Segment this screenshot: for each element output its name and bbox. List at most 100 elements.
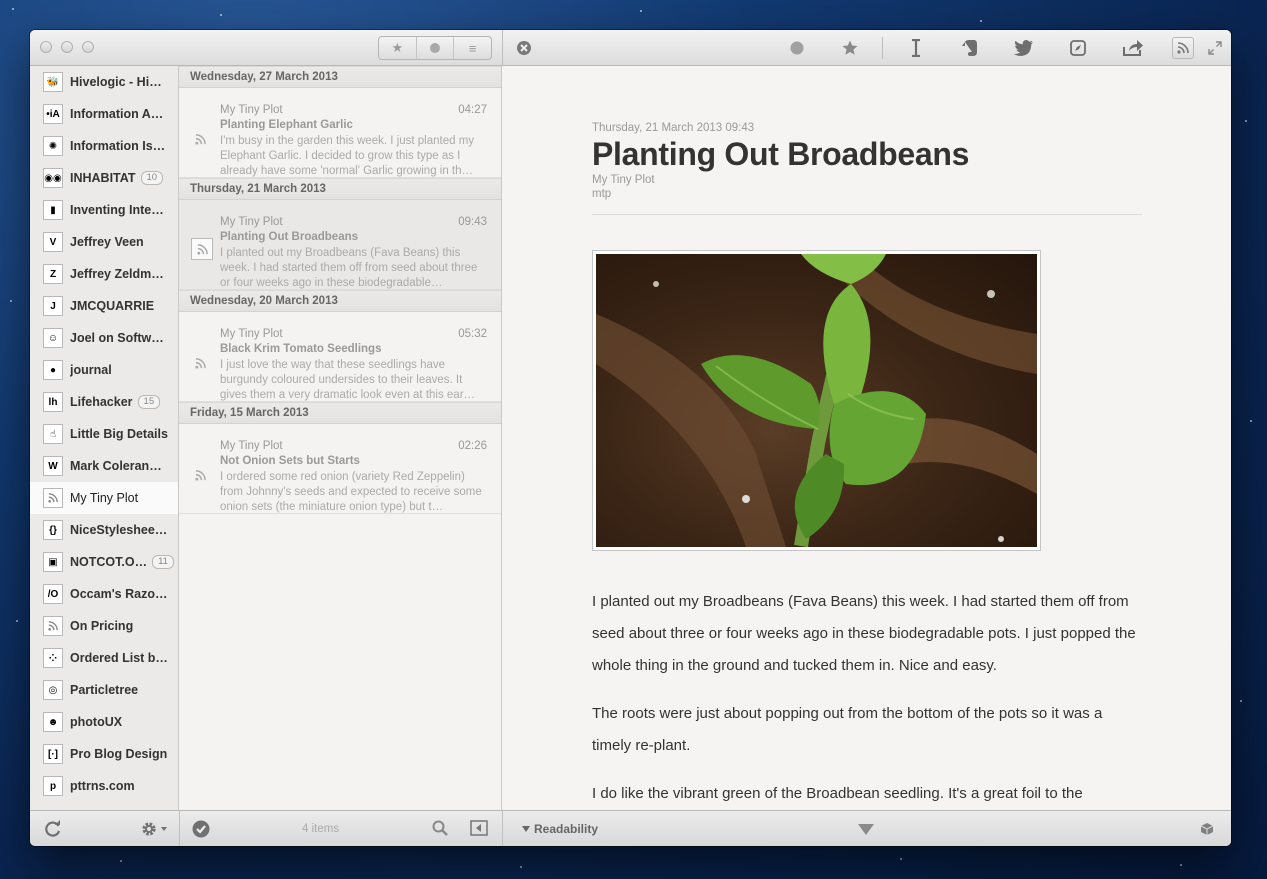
collapse-sidebar-button[interactable] xyxy=(470,820,488,836)
feed-favicon-icon: J xyxy=(43,296,63,316)
rss-icon xyxy=(195,468,206,486)
article-paragraph: I planted out my Broadbeans (Fava Beans)… xyxy=(592,593,1136,674)
feed-favicon-icon: /O xyxy=(43,584,63,604)
article-list-item[interactable]: My Tiny Plot 04:27 Planting Elephant Garli… xyxy=(179,88,501,178)
sidebar-feed-item[interactable]: •iA Information Ar… xyxy=(30,98,178,130)
instapaper-button[interactable] xyxy=(906,38,926,58)
sidebar-feed-item[interactable]: ☺ Joel on Software xyxy=(30,322,178,354)
feed-favicon-icon: ☺ xyxy=(43,328,63,348)
feed-name: NiceStylesheet… xyxy=(70,523,168,537)
toolbar: ★ ≡ xyxy=(30,30,1231,66)
search-icon xyxy=(432,820,448,836)
sidebar-feed-item[interactable]: ☝ Little Big Details xyxy=(30,418,178,450)
sidebar-feed-item[interactable]: W Mark Coleran… xyxy=(30,450,178,482)
sidebar-feed-item[interactable]: V Jeffrey Veen xyxy=(30,226,178,258)
sidebar-feed-item[interactable]: {} NiceStylesheet… xyxy=(30,514,178,546)
mark-unread-button[interactable] xyxy=(787,38,807,58)
feed-view-button[interactable] xyxy=(1172,37,1194,59)
sidebar-feed-item[interactable]: ✺ Information Is… xyxy=(30,130,178,162)
feed-favicon-icon: p xyxy=(43,776,63,796)
filter-segmented-control: ★ ≡ xyxy=(378,36,492,60)
checkmark-circle-icon xyxy=(192,820,210,838)
settings-menu-button[interactable] xyxy=(140,820,168,838)
sidebar-feed-item[interactable]: ⁘ Ordered List b… xyxy=(30,642,178,674)
seedling-illustration xyxy=(596,254,1037,547)
gear-icon xyxy=(142,822,167,836)
article-author: mtp xyxy=(592,188,612,200)
article-time: 04:27 xyxy=(458,104,487,116)
cube-button[interactable] xyxy=(1200,822,1214,836)
readability-disclosure[interactable] xyxy=(522,826,530,832)
feed-name: Ordered List b… xyxy=(70,651,168,665)
feed-favicon-icon: ▮ xyxy=(43,200,63,220)
unread-dot-icon xyxy=(430,43,440,53)
article-summary: I ordered some red onion (variety Red Ze… xyxy=(220,471,482,513)
feed-favicon-icon: V xyxy=(43,232,63,252)
filter-unread-button[interactable] xyxy=(417,37,455,59)
sidebar-feed-item[interactable]: ▮ Inventing Inter… xyxy=(30,194,178,226)
article-time: 09:43 xyxy=(458,216,487,228)
sidebar-feed-item[interactable]: ● journal xyxy=(30,354,178,386)
evernote-button[interactable] xyxy=(959,38,981,58)
sidebar-feed-item[interactable]: ◉◉ INHABITAT 10 xyxy=(30,162,178,194)
sidebar-feed-item[interactable]: [·] Pro Blog Design xyxy=(30,738,178,770)
sidebar-feed-item[interactable]: Z Jeffrey Zeldma… xyxy=(30,258,178,290)
filter-all-button[interactable]: ≡ xyxy=(454,37,491,59)
sidebar-feed-item[interactable]: lh Lifehacker 15 xyxy=(30,386,178,418)
readability-button[interactable]: Readability xyxy=(534,822,598,836)
article-datetime: Thursday, 21 March 2013 09:43 xyxy=(592,122,755,134)
window-controls xyxy=(40,41,94,53)
zoom-window-button[interactable] xyxy=(82,41,94,53)
sidebar-feed-item[interactable]: ☻ photoUX xyxy=(30,706,178,738)
filter-starred-button[interactable]: ★ xyxy=(379,37,417,59)
article-paragraph: The roots were just about popping out fr… xyxy=(592,705,1103,754)
feed-favicon-icon: 🐝 xyxy=(43,72,63,92)
sidebar-feed-item[interactable]: ◎ Particletree xyxy=(30,674,178,706)
toggle-toolbar-button[interactable] xyxy=(858,824,874,835)
sidebar-feed-item[interactable]: p pttrns.com xyxy=(30,770,178,802)
date-group-header: Wednesday, 20 March 2013 xyxy=(179,290,501,312)
feed-name: pttrns.com xyxy=(70,779,135,793)
triangle-down-icon xyxy=(858,824,874,835)
unread-count-badge: 11 xyxy=(152,555,174,569)
reeder-window: ★ ≡ 🐝 Hivelogic - Hiv… •iA Information A… xyxy=(30,30,1231,846)
mark-all-read-button[interactable] xyxy=(192,820,210,838)
twitter-bird-icon xyxy=(1014,40,1033,56)
twitter-button[interactable] xyxy=(1013,38,1035,58)
star-button[interactable] xyxy=(839,38,861,58)
feed-name: photoUX xyxy=(70,715,123,729)
sidebar-feed-item[interactable]: J JMCQUARRIE xyxy=(30,290,178,322)
unread-count-badge: 10 xyxy=(140,171,164,185)
article-list-item[interactable]: My Tiny Plot 09:43 Planting Out Broadbeans… xyxy=(179,200,501,290)
article-image[interactable] xyxy=(592,250,1041,551)
close-window-button[interactable] xyxy=(40,41,52,53)
search-button[interactable] xyxy=(432,820,448,836)
sidebar-feed-item[interactable]: 🐝 Hivelogic - Hiv… xyxy=(30,66,178,98)
feed-name: Joel on Software xyxy=(70,331,168,345)
article-list-item[interactable]: My Tiny Plot 02:26 Not Onion Sets but Star… xyxy=(179,424,501,514)
feed-list: 🐝 Hivelogic - Hiv… •iA Information Ar… ✺ Info… xyxy=(30,66,178,802)
sidebar-feed-item[interactable]: /O Occam's Razo… xyxy=(30,578,178,610)
rss-icon xyxy=(1177,42,1189,54)
fullscreen-button[interactable] xyxy=(1206,38,1224,58)
minimize-window-button[interactable] xyxy=(61,41,73,53)
sidebar-feed-item[interactable]: My Tiny Plot xyxy=(30,482,178,514)
article-list-item[interactable]: My Tiny Plot 05:32 Black Krim Tomato Seedl… xyxy=(179,312,501,402)
unread-count-badge: 15 xyxy=(137,395,161,409)
article-title: Black Krim Tomato Seedlings xyxy=(220,343,382,355)
date-group-header: Friday, 15 March 2013 xyxy=(179,402,501,424)
open-in-safari-button[interactable] xyxy=(1068,38,1088,58)
feed-name: Lifehacker xyxy=(70,395,133,409)
close-circle-icon xyxy=(517,41,531,55)
feed-name: Pro Blog Design xyxy=(70,747,168,761)
share-button[interactable] xyxy=(1120,38,1146,58)
rss-icon xyxy=(191,238,213,260)
feed-name: Little Big Details xyxy=(70,427,168,441)
rss-icon xyxy=(195,356,206,374)
close-article-button[interactable] xyxy=(514,38,534,58)
sidebar-feed-item[interactable]: On Pricing xyxy=(30,610,178,642)
feed-name: Jeffrey Zeldma… xyxy=(70,267,168,281)
sidebar-feed-item[interactable]: ▣ NOTCOT.O… 11 xyxy=(30,546,178,578)
refresh-button[interactable] xyxy=(44,820,62,838)
unread-circle-icon xyxy=(790,41,804,55)
